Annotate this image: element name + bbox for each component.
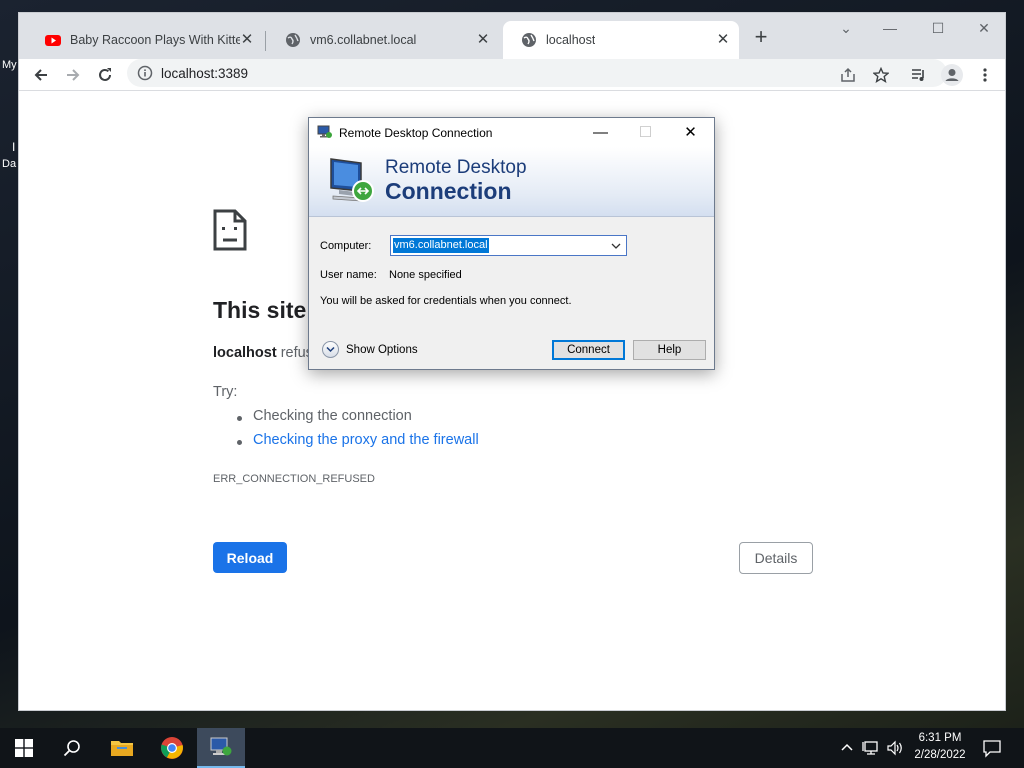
media-control-button[interactable]	[905, 61, 933, 89]
forward-arrow-icon	[67, 69, 80, 81]
desktop-icon-label[interactable]: Da	[2, 158, 16, 170]
banner-title-line2: Connection	[385, 178, 512, 204]
taskbar-remote-desktop[interactable]	[197, 728, 245, 768]
credentials-note: You will be asked for credentials when y…	[320, 295, 572, 307]
try-label: Try:	[213, 384, 238, 400]
computer-label: Computer:	[320, 240, 372, 252]
youtube-icon	[45, 35, 61, 46]
error-host: localhost	[213, 345, 277, 361]
error-description: localhost refus	[213, 345, 313, 361]
back-button[interactable]	[27, 61, 55, 89]
network-icon[interactable]	[862, 738, 880, 758]
taskbar-chrome[interactable]	[148, 728, 196, 768]
tab-vm6[interactable]: vm6.collabnet.local ✕	[267, 21, 499, 59]
connect-button[interactable]: Connect	[552, 340, 625, 360]
suggestion-check-proxy-link[interactable]: Checking the proxy and the firewall	[237, 432, 479, 456]
close-tab-icon[interactable]: ✕	[239, 32, 255, 48]
avatar-icon	[941, 64, 963, 86]
clock-date[interactable]: 2/28/2022	[905, 749, 975, 761]
remote-desktop-app-icon	[317, 125, 332, 138]
sad-document-icon	[213, 209, 247, 251]
computer-input-value[interactable]: vm6.collabnet.local	[393, 238, 489, 253]
taskbar-search-button[interactable]	[48, 728, 96, 768]
dialog-maximize-button: ☐	[638, 124, 653, 141]
remote-monitor-icon	[330, 158, 374, 202]
tab-strip: Baby Raccoon Plays With Kitten ✕ vm6.col…	[19, 13, 1005, 59]
start-button[interactable]	[0, 728, 48, 768]
remote-desktop-icon	[210, 737, 232, 756]
back-arrow-icon	[34, 69, 47, 81]
username-label: User name:	[320, 269, 377, 281]
chevron-down-icon[interactable]	[610, 240, 622, 252]
tab-title: Baby Raccoon Plays With Kitten	[70, 33, 240, 47]
forward-button[interactable]	[59, 61, 87, 89]
close-window-button[interactable]: ✕	[961, 15, 1007, 41]
show-options-toggle[interactable]: Show Options	[322, 341, 418, 358]
suggestion-check-connection: Checking the connection	[237, 408, 479, 432]
reload-page-button[interactable]	[91, 61, 119, 89]
desktop-icon-label[interactable]: I	[12, 140, 15, 154]
address-url[interactable]: localhost:3389	[161, 66, 248, 81]
chevron-down-circle-icon	[322, 341, 339, 358]
file-explorer-icon	[111, 741, 133, 756]
desktop-icon-label[interactable]: My	[2, 59, 17, 71]
address-bar[interactable]: localhost:3389	[127, 59, 947, 87]
windows-start-icon	[15, 739, 33, 757]
taskbar-file-explorer[interactable]	[98, 728, 146, 768]
tab-title: localhost	[546, 33, 596, 47]
dialog-close-button[interactable]: ✕	[668, 118, 713, 147]
taskbar: 6:31 PM 2/28/2022	[0, 728, 1024, 768]
error-title: This site	[213, 297, 307, 323]
bookmark-button[interactable]	[867, 61, 895, 89]
tab-search-icon[interactable]: ⌄	[823, 15, 869, 41]
chevron-up-icon[interactable]	[838, 738, 856, 758]
tab-localhost[interactable]: localhost ✕	[503, 21, 739, 59]
show-options-label: Show Options	[346, 343, 418, 356]
remote-desktop-dialog: Remote Desktop Connection — ☐ ✕ Remote D…	[308, 117, 715, 370]
globe-icon	[522, 33, 536, 47]
maximize-button[interactable]: ☐	[915, 15, 961, 41]
star-icon	[873, 67, 889, 83]
dialog-banner: Remote Desktop Connection	[309, 147, 714, 217]
computer-combobox[interactable]: vm6.collabnet.local	[390, 235, 627, 256]
menu-button[interactable]	[971, 61, 999, 89]
media-queue-icon	[912, 69, 924, 81]
minimize-button[interactable]: —	[867, 15, 913, 41]
new-tab-button[interactable]: +	[749, 26, 773, 50]
info-icon[interactable]	[137, 65, 153, 81]
chrome-icon	[161, 737, 183, 759]
notification-icon[interactable]	[982, 738, 1002, 758]
profile-button[interactable]	[938, 61, 966, 89]
help-button[interactable]: Help	[633, 340, 706, 360]
globe-icon	[286, 33, 300, 47]
tab-youtube[interactable]: Baby Raccoon Plays With Kitten ✕	[27, 21, 263, 59]
dialog-minimize-button[interactable]: —	[578, 118, 623, 147]
details-button[interactable]: Details	[739, 542, 813, 574]
close-tab-icon[interactable]: ✕	[475, 32, 491, 48]
kebab-menu-icon	[983, 68, 987, 82]
dialog-titlebar[interactable]: Remote Desktop Connection — ☐ ✕	[309, 118, 714, 147]
reload-icon	[99, 68, 111, 81]
dialog-title: Remote Desktop Connection	[339, 126, 493, 140]
clock-time[interactable]: 6:31 PM	[910, 732, 970, 744]
username-value: None specified	[389, 269, 462, 281]
browser-toolbar: localhost:3389	[19, 59, 1005, 91]
tab-separator	[265, 31, 266, 51]
reload-button[interactable]: Reload	[213, 542, 287, 573]
search-icon	[63, 740, 80, 757]
share-icon	[841, 67, 855, 82]
volume-icon[interactable]	[886, 738, 904, 758]
suggestion-list: Checking the connection Checking the pro…	[237, 408, 479, 456]
tab-title: vm6.collabnet.local	[310, 33, 417, 47]
close-tab-icon[interactable]: ✕	[715, 32, 731, 48]
error-code: ERR_CONNECTION_REFUSED	[213, 473, 375, 485]
banner-title-line1: Remote Desktop	[385, 157, 527, 178]
share-button[interactable]	[834, 61, 862, 89]
